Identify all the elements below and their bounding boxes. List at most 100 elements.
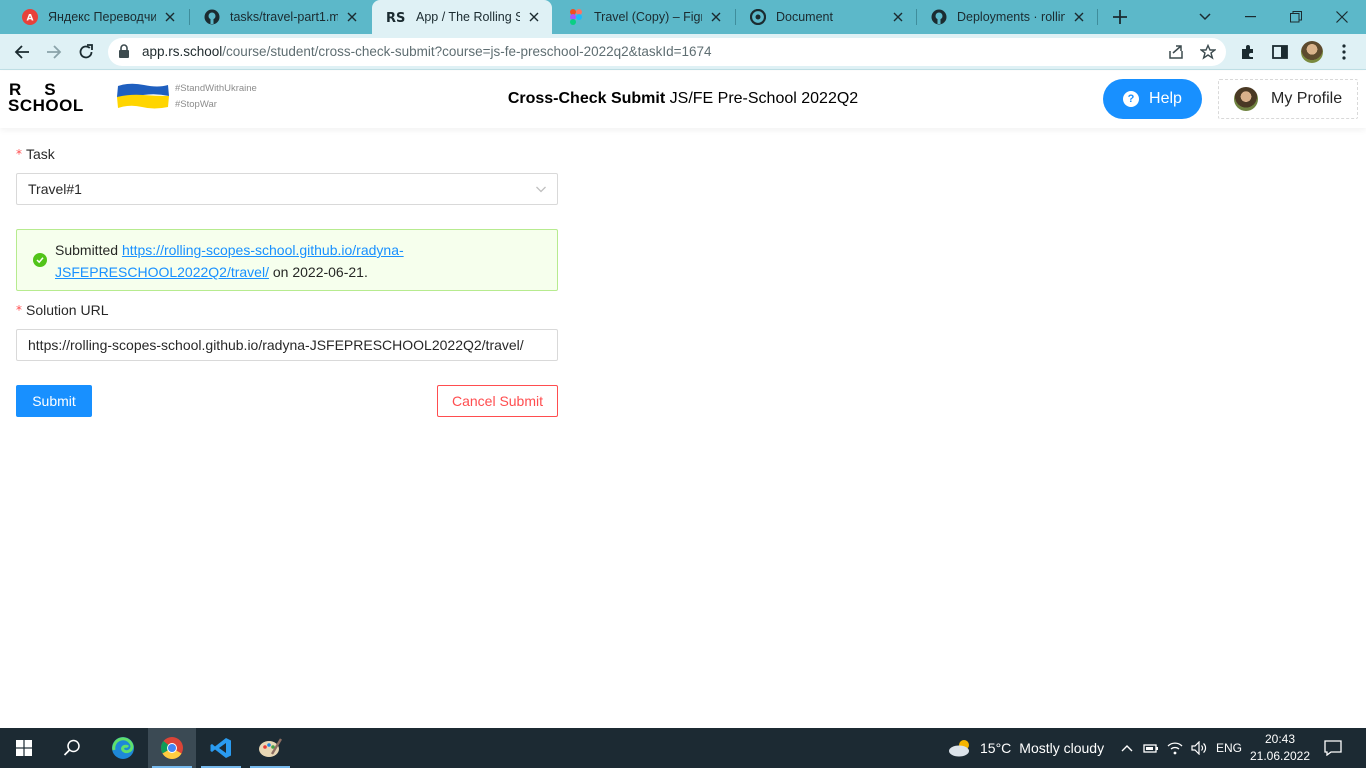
close-tab-icon[interactable] [344, 9, 360, 25]
wifi-icon [1167, 742, 1183, 755]
reload-button[interactable] [72, 38, 100, 66]
minimize-icon [1244, 16, 1256, 18]
task-label-text: Task [26, 146, 55, 162]
minimize-button[interactable] [1227, 0, 1273, 34]
arrow-left-icon [14, 45, 29, 59]
system-clock[interactable]: 20:43 21.06.2022 [1248, 731, 1312, 765]
question-circle-icon: ? [1123, 91, 1140, 107]
alert-prefix: Submitted [55, 242, 119, 258]
paint-icon [259, 738, 282, 757]
taskbar-paint[interactable] [246, 728, 294, 768]
close-tab-icon[interactable] [162, 9, 178, 25]
back-button[interactable] [8, 38, 36, 66]
browser-profile-avatar[interactable] [1301, 41, 1323, 63]
close-icon [1336, 11, 1348, 23]
restore-button[interactable] [1273, 0, 1319, 34]
tab-github-tasks[interactable]: tasks/travel-part1.md [190, 0, 370, 34]
globe-icon [750, 9, 766, 25]
tab-github-deployments[interactable]: Deployments · rolling- [917, 0, 1097, 34]
tab-document[interactable]: Document [736, 0, 916, 34]
weather-temp: 15°C [980, 740, 1012, 756]
address-bar[interactable]: app.rs.school/course/student/cross-check… [108, 38, 1226, 66]
close-tab-icon[interactable] [526, 9, 542, 25]
bookmark-star-icon[interactable] [1200, 44, 1216, 60]
browser-tab-strip: A Яндекс Переводчик - tasks/travel-part1… [0, 0, 1366, 34]
notification-icon [1324, 740, 1342, 756]
clock-date: 21.06.2022 [1249, 749, 1311, 763]
close-tab-icon[interactable] [1071, 9, 1087, 25]
solution-link-part1: https://rolling-scopes-school.github.io/… [121, 242, 404, 258]
tray-network[interactable] [1164, 728, 1186, 768]
tab-rs-app[interactable]: RS App / The Rolling Scop [372, 0, 552, 34]
solution-url-input[interactable] [16, 329, 558, 361]
chevron-up-icon [1121, 745, 1133, 752]
speaker-icon [1191, 741, 1207, 755]
solution-url-label: * Solution URL [16, 302, 109, 318]
avatar [1234, 87, 1258, 111]
edge-icon [112, 737, 134, 759]
battery-plug-icon [1143, 744, 1158, 753]
taskbar-vscode[interactable] [197, 728, 245, 768]
windows-start-icon [16, 740, 32, 756]
task-select-value: Travel#1 [28, 181, 82, 197]
kebab-menu-icon[interactable] [1334, 42, 1354, 62]
chrome-icon [160, 737, 183, 759]
url-host: app.rs.school [142, 44, 223, 59]
plus-icon [1113, 10, 1127, 24]
extensions-icon[interactable] [1238, 42, 1258, 62]
forward-button[interactable] [40, 38, 68, 66]
close-window-button[interactable] [1319, 0, 1365, 34]
check-circle-icon [33, 253, 47, 267]
svg-text:A: A [27, 14, 34, 24]
share-icon[interactable] [1168, 44, 1184, 60]
restore-icon [1290, 11, 1302, 23]
start-button[interactable] [0, 728, 48, 768]
task-label: * Task [16, 146, 55, 162]
figma-icon [568, 9, 584, 25]
url-text[interactable]: app.rs.school/course/student/cross-check… [142, 44, 712, 59]
tab-label: App / The Rolling Scop [416, 10, 520, 24]
task-select[interactable]: Travel#1 [16, 173, 558, 205]
clock-time: 20:43 [1264, 732, 1296, 746]
reload-icon [79, 44, 93, 59]
lock-icon[interactable] [118, 44, 130, 64]
weather-text: Mostly cloudy [1019, 740, 1105, 756]
close-tab-icon[interactable] [708, 9, 724, 25]
windows-taskbar: 15°C Mostly cloudy ENG 20:43 21.06.2022 [0, 728, 1366, 768]
browser-toolbar: app.rs.school/course/student/cross-check… [0, 34, 1366, 70]
my-profile-button[interactable]: My Profile [1218, 79, 1358, 119]
cancel-submit-button[interactable]: Cancel Submit [437, 385, 558, 417]
arrow-right-icon [47, 45, 62, 59]
yandex-translate-icon: A [22, 9, 38, 25]
page-title-main: Cross-Check Submit [507, 90, 666, 107]
tray-volume[interactable] [1188, 728, 1210, 768]
submit-button[interactable]: Submit [16, 385, 92, 417]
notifications-button[interactable] [1318, 728, 1348, 768]
search-icon [63, 739, 80, 756]
tab-figma[interactable]: Travel (Copy) – Figma [554, 0, 734, 34]
tab-label: Travel (Copy) – Figma [594, 10, 702, 24]
show-hidden-icons-button[interactable] [1118, 728, 1136, 768]
github-icon [204, 9, 220, 25]
close-tab-icon[interactable] [890, 9, 906, 25]
help-label: Help [1149, 90, 1182, 107]
tray-battery[interactable] [1140, 728, 1162, 768]
tab-search-button[interactable] [1182, 0, 1228, 34]
input-language[interactable]: ENG [1216, 728, 1242, 768]
taskbar-chrome[interactable] [148, 728, 196, 768]
taskbar-search-button[interactable] [48, 728, 96, 768]
url-path: /course/student/cross-check-submit?cours… [222, 44, 712, 59]
side-panel-icon[interactable] [1270, 42, 1290, 62]
weather-widget[interactable]: 15°C Mostly cloudy [948, 728, 1104, 768]
rs-school-icon: RS [386, 9, 406, 25]
tab-yandex-translate[interactable]: A Яндекс Переводчик - [8, 0, 188, 34]
vscode-icon [210, 738, 231, 758]
tab-label: Document [776, 10, 833, 24]
help-button[interactable]: ? Help [1103, 79, 1202, 119]
taskbar-edge[interactable] [99, 728, 147, 768]
tab-label: Яндекс Переводчик - [48, 10, 156, 24]
new-tab-button[interactable] [1108, 5, 1132, 29]
solution-url-label-text: Solution URL [26, 302, 109, 318]
svg-text:RS: RS [386, 11, 405, 24]
github-icon [931, 9, 947, 25]
